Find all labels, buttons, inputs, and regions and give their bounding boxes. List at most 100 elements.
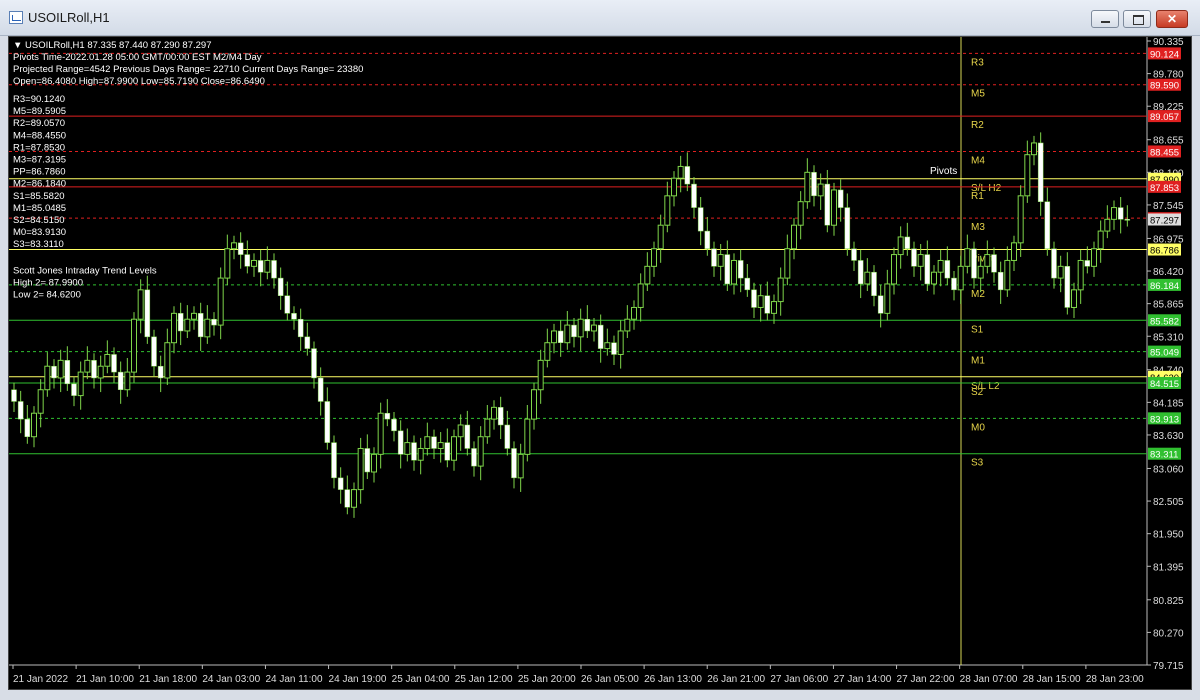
- candle-body-up: [537, 359, 544, 391]
- candle-body-up: [404, 442, 411, 455]
- pivot-price-tag-label: 90.124: [1150, 49, 1179, 60]
- candle-body-up: [1077, 259, 1084, 291]
- candle-body-down: [51, 365, 57, 379]
- candle-body-down: [597, 324, 604, 349]
- candle-body-down: [391, 418, 397, 432]
- candle-body-up: [264, 259, 271, 273]
- candle-body-down: [851, 248, 857, 261]
- candle-body-up: [917, 254, 924, 267]
- candle-body-up: [884, 283, 891, 314]
- candle-body-up: [1017, 195, 1024, 244]
- candle-body-down: [444, 442, 451, 461]
- candle-body-up: [1024, 154, 1031, 197]
- window-titlebar[interactable]: USOILRoll,H1 ✕: [0, 0, 1200, 36]
- candle-body-up: [577, 318, 584, 338]
- candle-body-up: [1004, 259, 1011, 291]
- candle-body-down: [944, 260, 951, 279]
- pivot-price-tag-label: 85.049: [1150, 348, 1179, 359]
- y-tick-label: 81.395: [1153, 562, 1184, 573]
- x-tick-label: 21 Jan 10:00: [76, 674, 134, 685]
- candle-body-up: [644, 265, 651, 285]
- candle-body-up: [104, 353, 111, 367]
- candle-body-down: [337, 477, 344, 490]
- candle-body-down: [991, 254, 997, 273]
- x-tick-label: 28 Jan 07:00: [960, 674, 1018, 685]
- candle-body-down: [364, 448, 371, 473]
- pivot-marker-label: M3: [971, 222, 985, 233]
- candle-body-up: [217, 277, 224, 326]
- candle-body-up: [657, 224, 664, 250]
- candle-body-up: [1111, 207, 1117, 220]
- candle-body-up: [204, 318, 211, 338]
- pivot-list-item: M0=83.9130: [13, 227, 66, 238]
- candle-body-down: [257, 260, 264, 273]
- candle-body-up: [164, 342, 171, 379]
- candle-body-up: [1031, 142, 1037, 156]
- candle-body-up: [517, 453, 524, 479]
- candle-body-down: [811, 172, 817, 197]
- pivot-price-tag-label: 88.455: [1150, 147, 1179, 158]
- candle-body-up: [417, 447, 424, 461]
- price-chart[interactable]: 90.33589.78089.22588.65588.10087.54586.9…: [9, 37, 1192, 690]
- candle-body-up: [637, 283, 644, 308]
- pivot-marker-label: S2: [971, 387, 984, 398]
- candle-body-up: [224, 248, 231, 279]
- candle-body-up: [457, 424, 464, 438]
- pivot-list-item: R1=87.8530: [13, 142, 65, 153]
- candle-body-down: [297, 318, 304, 338]
- candle-body-down: [177, 313, 184, 332]
- chart-area[interactable]: 90.33589.78089.22588.65588.10087.54586.9…: [8, 36, 1192, 690]
- pivot-marker-label: M4: [971, 155, 985, 166]
- candle-body-up: [1091, 248, 1097, 267]
- pivots-label: Pivots: [930, 166, 957, 177]
- candle-body-up: [831, 189, 837, 226]
- x-tick-label: 28 Jan 15:00: [1023, 674, 1081, 685]
- candle-body-up: [184, 318, 191, 332]
- close-button[interactable]: ✕: [1156, 10, 1188, 28]
- candle-body-up: [37, 389, 44, 414]
- candle-body-up: [931, 271, 937, 285]
- maximize-button[interactable]: [1123, 10, 1151, 28]
- header-line: Projected Range=4542 Previous Days Range…: [13, 64, 363, 75]
- candle-body-up: [731, 259, 737, 285]
- candle-body-up: [671, 177, 677, 197]
- x-tick-label: 25 Jan 04:00: [392, 674, 450, 685]
- minimize-button[interactable]: [1091, 10, 1119, 28]
- candle-body-up: [57, 359, 64, 379]
- pivot-list-item: S2=84.5150: [13, 215, 65, 226]
- candle-body-down: [291, 313, 297, 320]
- trend-level-line: Low 2= 84.6200: [13, 289, 81, 300]
- candle-body-down: [397, 430, 404, 455]
- candle-body-down: [844, 207, 851, 249]
- header-line: Open=86.4080 High=87.9900 Low=85.7190 Cl…: [13, 76, 265, 87]
- candle-body-up: [777, 277, 784, 303]
- candle-body-up: [964, 248, 971, 267]
- candle-body-down: [704, 230, 711, 249]
- candle-body-up: [897, 236, 904, 256]
- candle-body-up: [804, 171, 811, 203]
- x-tick-label: 21 Jan 18:00: [139, 674, 197, 685]
- candle-body-up: [791, 224, 797, 250]
- candle-body-down: [951, 277, 957, 291]
- candle-body-down: [1084, 260, 1091, 267]
- candle-body-up: [377, 412, 384, 455]
- candle-body-up: [551, 330, 557, 344]
- header-line: Pivots Time-2022.01.28 05:00 GMT/00:00 E…: [13, 52, 262, 63]
- pivot-marker-label: M0: [971, 422, 985, 433]
- candle-body-down: [557, 330, 564, 343]
- pivot-marker-label: M2: [971, 289, 985, 300]
- candle-body-down: [24, 418, 31, 437]
- current-price-tag-label: 87.297: [1150, 216, 1179, 227]
- candle-body-down: [697, 207, 704, 232]
- candle-body-down: [824, 183, 831, 226]
- y-tick-label: 84.185: [1153, 398, 1184, 409]
- candle-body-up: [817, 183, 824, 197]
- y-tick-label: 83.630: [1153, 431, 1184, 442]
- candle-body-up: [524, 418, 531, 455]
- candle-body-up: [424, 436, 431, 449]
- candle-body-up: [957, 265, 964, 291]
- x-tick-label: 27 Jan 22:00: [897, 674, 955, 685]
- candle-body-down: [497, 407, 504, 426]
- chart-window-icon: [9, 11, 23, 24]
- candle-body-down: [711, 248, 717, 267]
